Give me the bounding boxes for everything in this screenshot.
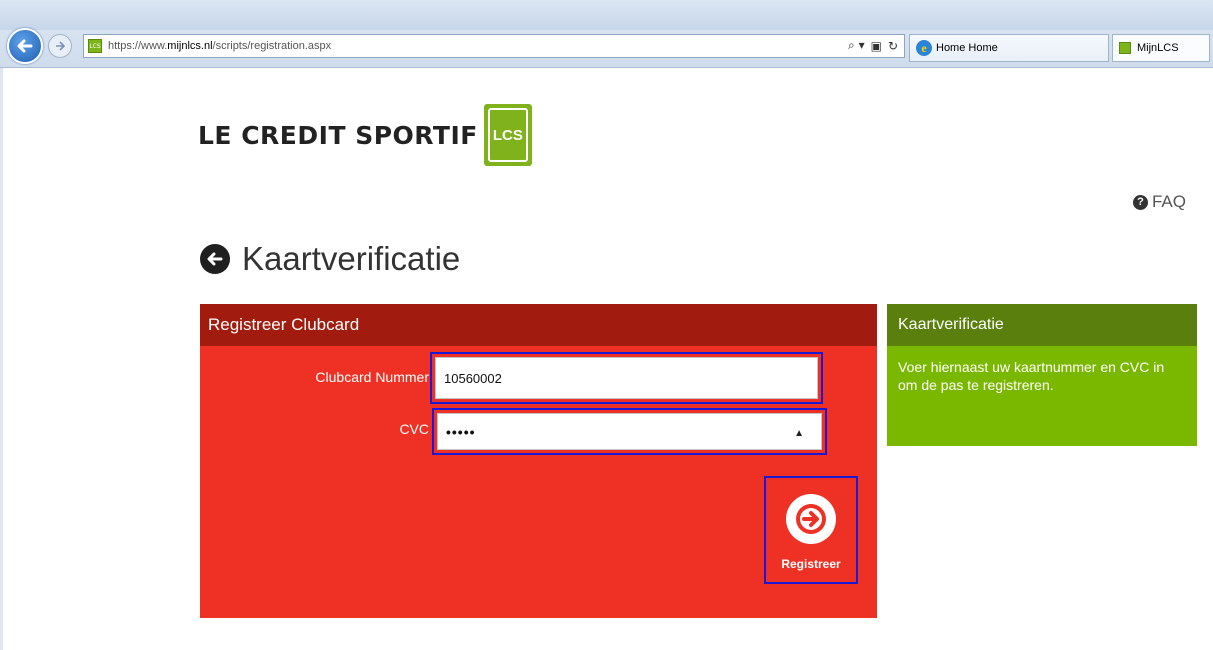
cvc-row: CVC bbox=[200, 421, 429, 437]
clubcard-label: Clubcard Nummer bbox=[315, 369, 429, 385]
info-panel: Kaartverificatie Voer hiernaast uw kaart… bbox=[887, 304, 1197, 446]
clubcard-field-frame: 10560002 bbox=[430, 352, 823, 404]
faq-link[interactable]: ? FAQ bbox=[1132, 192, 1186, 212]
search-dropdown-icon[interactable]: ⌕ ▾ bbox=[848, 38, 865, 53]
window-edge bbox=[0, 68, 3, 650]
registration-panel: Registreer Clubcard Clubcard Nummer 1056… bbox=[200, 304, 877, 618]
logo-badge: LCS bbox=[483, 104, 532, 166]
back-button[interactable] bbox=[7, 28, 43, 64]
site-logo[interactable]: LE CREDIT SPORTIF LCS bbox=[198, 104, 532, 166]
back-circle-icon[interactable] bbox=[200, 244, 230, 274]
info-text: Voer hiernaast uw kaartnummer en CVC in … bbox=[898, 359, 1165, 393]
register-label: Registreer bbox=[781, 557, 841, 571]
page-title: Kaartverificatie bbox=[242, 240, 461, 277]
cvc-label: CVC bbox=[399, 421, 429, 437]
back-arrow-icon bbox=[17, 39, 33, 53]
cvc-field-frame: ••••• ▲ bbox=[432, 408, 827, 455]
info-header: Kaartverificatie bbox=[887, 304, 1197, 346]
title-bar bbox=[0, 0, 1213, 30]
clubcard-number-input[interactable]: 10560002 bbox=[435, 357, 818, 399]
arrow-right-circle-icon bbox=[786, 494, 836, 544]
page-heading: Kaartverificatie bbox=[200, 240, 460, 278]
browser-chrome: LCS https://www.mijnlcs.nl/scripts/regis… bbox=[0, 0, 1213, 68]
arrow-left-icon bbox=[207, 252, 223, 266]
cvc-masked-value: ••••• bbox=[446, 423, 476, 440]
url-text[interactable]: https://www.mijnlcs.nl/scripts/registrat… bbox=[108, 40, 331, 52]
register-button[interactable]: Registreer bbox=[764, 476, 858, 584]
address-tools: ⌕ ▾ ▣ ↻ bbox=[848, 38, 898, 53]
logo-text: LE CREDIT SPORTIF bbox=[198, 120, 478, 150]
question-circle-icon: ? bbox=[1132, 194, 1148, 210]
cvc-input[interactable]: ••••• ▲ bbox=[437, 413, 822, 450]
lock-icon[interactable]: ▣ bbox=[871, 39, 882, 53]
arrow-right-icon bbox=[796, 504, 826, 534]
logo-badge-text: LCS bbox=[487, 108, 528, 162]
clubcard-row: Clubcard Nummer bbox=[200, 369, 429, 385]
forward-button[interactable] bbox=[48, 34, 72, 58]
refresh-icon[interactable]: ↻ bbox=[888, 39, 898, 53]
ie-icon: e bbox=[916, 40, 932, 56]
tab-label: Home Home bbox=[936, 42, 998, 54]
address-bar[interactable]: LCS https://www.mijnlcs.nl/scripts/regis… bbox=[83, 34, 905, 58]
site-favicon-icon: LCS bbox=[88, 39, 102, 53]
tab-home[interactable]: e Home Home bbox=[909, 34, 1109, 62]
faq-label: FAQ bbox=[1151, 192, 1186, 211]
forward-arrow-icon bbox=[56, 41, 66, 51]
tab-label: MijnLCS bbox=[1137, 42, 1179, 54]
reveal-password-icon[interactable]: ▲ bbox=[794, 428, 805, 439]
lcs-favicon-icon bbox=[1119, 42, 1131, 54]
tab-mijnlcs[interactable]: MijnLCS bbox=[1112, 34, 1210, 62]
panel-header: Registreer Clubcard bbox=[200, 304, 877, 346]
